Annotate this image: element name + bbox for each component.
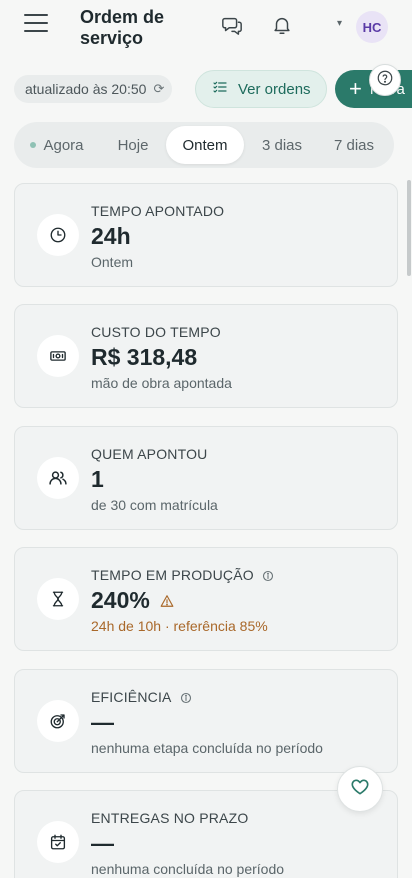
list-check-icon <box>212 79 228 99</box>
card-subtitle: nenhuma concluída no período <box>91 861 285 877</box>
card-value-text: 24h <box>91 223 131 249</box>
period-label: 3 dias <box>261 136 303 154</box>
card-time-logged: TEMPO APONTADO 24h Ontem <box>14 183 398 287</box>
view-orders-button[interactable]: Ver ordens <box>195 70 327 108</box>
card-on-time-deliveries: ENTREGAS NO PRAZO — nenhuma concluída no… <box>14 790 398 878</box>
bell-icon[interactable] <box>271 14 293 36</box>
card-value: 24h <box>91 223 131 250</box>
plus-icon: + <box>349 76 362 101</box>
money-icon <box>37 335 79 377</box>
card-who-logged: QUEM APONTOU 1 de 30 com matrícula <box>14 426 398 530</box>
target-icon <box>37 700 79 742</box>
calendar-check-icon <box>37 821 79 863</box>
avatar[interactable]: HC <box>356 11 388 43</box>
chevron-down-icon[interactable]: ▾ <box>337 18 342 29</box>
scrollbar[interactable] <box>407 180 411 276</box>
card-label: TEMPO APONTADO <box>91 203 224 219</box>
card-label: EFICIÊNCIA <box>91 689 192 705</box>
card-label-text: CUSTO DO TEMPO <box>91 324 221 340</box>
period-now[interactable]: Agora <box>14 126 100 164</box>
info-icon[interactable] <box>262 569 274 582</box>
card-value: 1 <box>91 466 104 493</box>
period-label: Hoje <box>117 136 149 154</box>
card-label: QUEM APONTOU <box>91 446 208 462</box>
card-subtitle: 24h de 10h · referência 85% <box>91 618 268 634</box>
card-label-text: QUEM APONTOU <box>91 446 208 462</box>
info-icon[interactable] <box>180 691 192 704</box>
period-label: Ontem <box>182 136 228 154</box>
app-header: Ordem de serviço ▾ HC <box>0 0 412 50</box>
card-subtitle: Ontem <box>91 254 134 270</box>
period-today[interactable]: Hoje <box>100 126 166 164</box>
card-label-text: EFICIÊNCIA <box>91 689 172 705</box>
card-value-text: — <box>91 830 114 856</box>
users-icon <box>37 457 79 499</box>
help-icon <box>376 69 394 92</box>
updated-label: atualizado às 20:50 <box>25 81 147 97</box>
period-yesterday[interactable]: Ontem <box>166 126 244 164</box>
view-orders-label: Ver ordens <box>238 80 311 98</box>
favorite-button[interactable] <box>337 766 383 812</box>
card-value-text: 240% <box>91 587 150 613</box>
clock-icon <box>37 214 79 256</box>
card-value: — <box>91 830 114 857</box>
card-value: R$ 318,48 <box>91 344 197 371</box>
period-3-days[interactable]: 3 dias <box>248 126 316 164</box>
card-label: CUSTO DO TEMPO <box>91 324 221 340</box>
card-label: TEMPO EM PRODUÇÃO <box>91 567 274 583</box>
card-value: 240% <box>91 587 174 614</box>
updated-status[interactable]: atualizado às 20:50 ⟳ <box>14 75 173 103</box>
card-subtitle: mão de obra apontada <box>91 375 232 391</box>
card-label-text: ENTREGAS NO PRAZO <box>91 810 249 826</box>
menu-icon[interactable] <box>24 14 48 34</box>
card-value-text: R$ 318,48 <box>91 344 198 370</box>
warning-icon <box>160 587 174 614</box>
period-7-days[interactable]: 7 dias <box>320 126 388 164</box>
period-selector: Agora Hoje Ontem 3 dias 7 dias <box>14 122 394 168</box>
card-time-cost: CUSTO DO TEMPO R$ 318,48 mão de obra apo… <box>14 304 398 408</box>
period-label: 7 dias <box>333 136 375 154</box>
card-efficiency: EFICIÊNCIA — nenhuma etapa concluída no … <box>14 669 398 773</box>
card-label-text: TEMPO APONTADO <box>91 203 225 219</box>
card-production-time: TEMPO EM PRODUÇÃO 240% 24h de 10h · refe… <box>14 547 398 651</box>
live-dot-icon <box>30 142 37 148</box>
chat-icon[interactable] <box>221 14 243 36</box>
page-title: Ordem de serviço <box>80 7 165 48</box>
card-subtitle: de 30 com matrícula <box>91 497 218 513</box>
card-value-text: 1 <box>91 466 104 492</box>
heart-icon <box>350 777 370 802</box>
card-value-text: — <box>91 709 114 735</box>
refresh-icon[interactable]: ⟳ <box>154 75 165 103</box>
help-button[interactable] <box>369 64 401 96</box>
card-label-text: TEMPO EM PRODUÇÃO <box>91 567 254 583</box>
hourglass-icon <box>37 578 79 620</box>
card-subtitle: nenhuma etapa concluída no período <box>91 740 323 756</box>
toolbar: atualizado às 20:50 ⟳ Ver ordens + Nova <box>0 64 412 114</box>
card-value: — <box>91 709 114 736</box>
card-label: ENTREGAS NO PRAZO <box>91 810 248 826</box>
period-label: Agora <box>43 136 84 154</box>
